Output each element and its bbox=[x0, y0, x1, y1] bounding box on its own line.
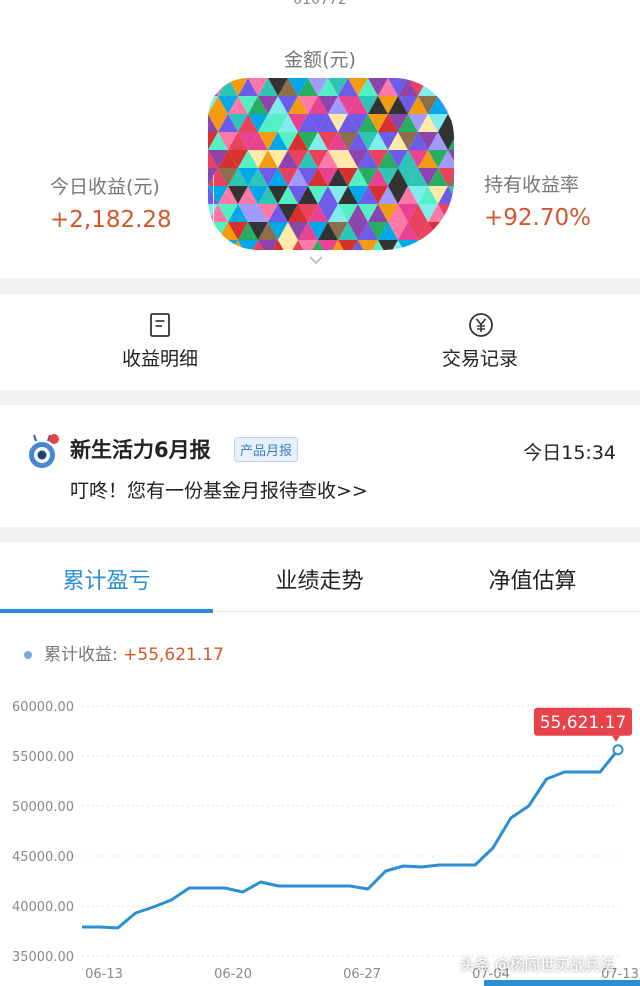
mosaic-tile bbox=[418, 240, 438, 250]
mosaic-tile bbox=[208, 240, 218, 250]
mosaic-tile bbox=[438, 222, 454, 240]
series-line bbox=[82, 748, 620, 930]
notice-time: 今日15:34 bbox=[523, 442, 616, 464]
tab-performance-trend[interactable]: 业绩走势 bbox=[213, 563, 426, 595]
mosaic-tile bbox=[448, 103, 454, 114]
earnings-detail-button[interactable]: 收益明细 bbox=[0, 294, 320, 390]
scroll-indicator bbox=[484, 980, 640, 986]
watermark: 头条 @杨阎世实战兵法 bbox=[460, 956, 615, 974]
y-tick-label: 55000.00 bbox=[12, 750, 74, 765]
stat-divider bbox=[213, 175, 214, 225]
mosaic-tile bbox=[398, 240, 418, 250]
y-tick-label: 35000.00 bbox=[12, 950, 74, 965]
chevron-down-icon[interactable] bbox=[309, 256, 323, 264]
amount-label: 金额(元) bbox=[284, 49, 356, 71]
notice-tag: 产品月报 bbox=[234, 437, 299, 462]
cumulative-pnl-chart[interactable]: 60000.00 55000.00 50000.00 45000.00 40000.00… bbox=[0, 690, 640, 986]
mosaic-tile bbox=[448, 222, 454, 233]
y-tick-label: 40000.00 bbox=[12, 900, 74, 915]
x-tick-label: 06-20 bbox=[214, 967, 252, 982]
x-tick-label: 06-27 bbox=[343, 967, 381, 982]
mosaic-tile bbox=[448, 211, 454, 222]
notice-title: 新生活力6月报 bbox=[70, 438, 211, 462]
mosaic-tile bbox=[208, 78, 218, 96]
x-tick-label: 06-13 bbox=[85, 967, 123, 982]
mosaic-tile bbox=[438, 78, 454, 96]
end-point-marker bbox=[612, 744, 624, 756]
summary-card: 010772 金额(元) 今日收益(元) +2,182.28 持有收益率 +92… bbox=[0, 0, 640, 278]
y-tick-label: 60000.00 bbox=[12, 700, 74, 715]
holding-return-label: 持有收益率 bbox=[484, 174, 580, 196]
mosaic-tile bbox=[448, 78, 454, 89]
mosaic-tile bbox=[438, 240, 454, 250]
fund-code: 010772 bbox=[293, 0, 347, 8]
earnings-detail-label: 收益明细 bbox=[121, 348, 198, 370]
notice-body[interactable]: 叮咚！您有一份基金月报待查收>> bbox=[70, 476, 368, 503]
holding-return: 持有收益率 +92.70% bbox=[484, 170, 591, 231]
mosaic-tile bbox=[218, 240, 238, 250]
legend-value: +55,621.17 bbox=[123, 645, 224, 665]
today-earnings: 今日收益(元) +2,182.28 bbox=[50, 172, 172, 233]
end-value-label-pointer bbox=[612, 735, 620, 742]
monthly-report-notice[interactable] bbox=[0, 405, 640, 527]
transaction-records-label: 交易记录 bbox=[441, 348, 518, 370]
tab-cumulative-pnl[interactable]: 累计盈亏 bbox=[0, 563, 213, 595]
end-value-label: 55,621.17 bbox=[540, 713, 627, 733]
tab-active-indicator bbox=[0, 609, 213, 613]
tab-nav-estimate[interactable]: 净值估算 bbox=[426, 563, 639, 595]
y-tick-label: 50000.00 bbox=[12, 800, 74, 815]
actions-card: 收益明细 交易记录 bbox=[0, 294, 640, 390]
today-earnings-label: 今日收益(元) bbox=[50, 176, 160, 198]
legend-dot bbox=[24, 651, 32, 659]
holding-return-value: +92.70% bbox=[484, 205, 591, 231]
legend-label: 累计收益: bbox=[44, 645, 124, 665]
chart-legend: 累计收益: +55,621.17 bbox=[24, 640, 224, 665]
y-tick-label: 45000.00 bbox=[12, 850, 74, 865]
mosaic-tile bbox=[452, 247, 454, 250]
mosaic-tile bbox=[212, 240, 224, 250]
today-earnings-value: +2,182.28 bbox=[50, 207, 172, 233]
redaction-mosaic bbox=[208, 78, 454, 250]
mosaic-tile bbox=[432, 240, 444, 250]
document-icon bbox=[150, 313, 170, 337]
yen-circle-icon bbox=[469, 313, 493, 337]
mascot-icon bbox=[29, 434, 59, 468]
transaction-records-button[interactable]: 交易记录 bbox=[320, 294, 640, 390]
